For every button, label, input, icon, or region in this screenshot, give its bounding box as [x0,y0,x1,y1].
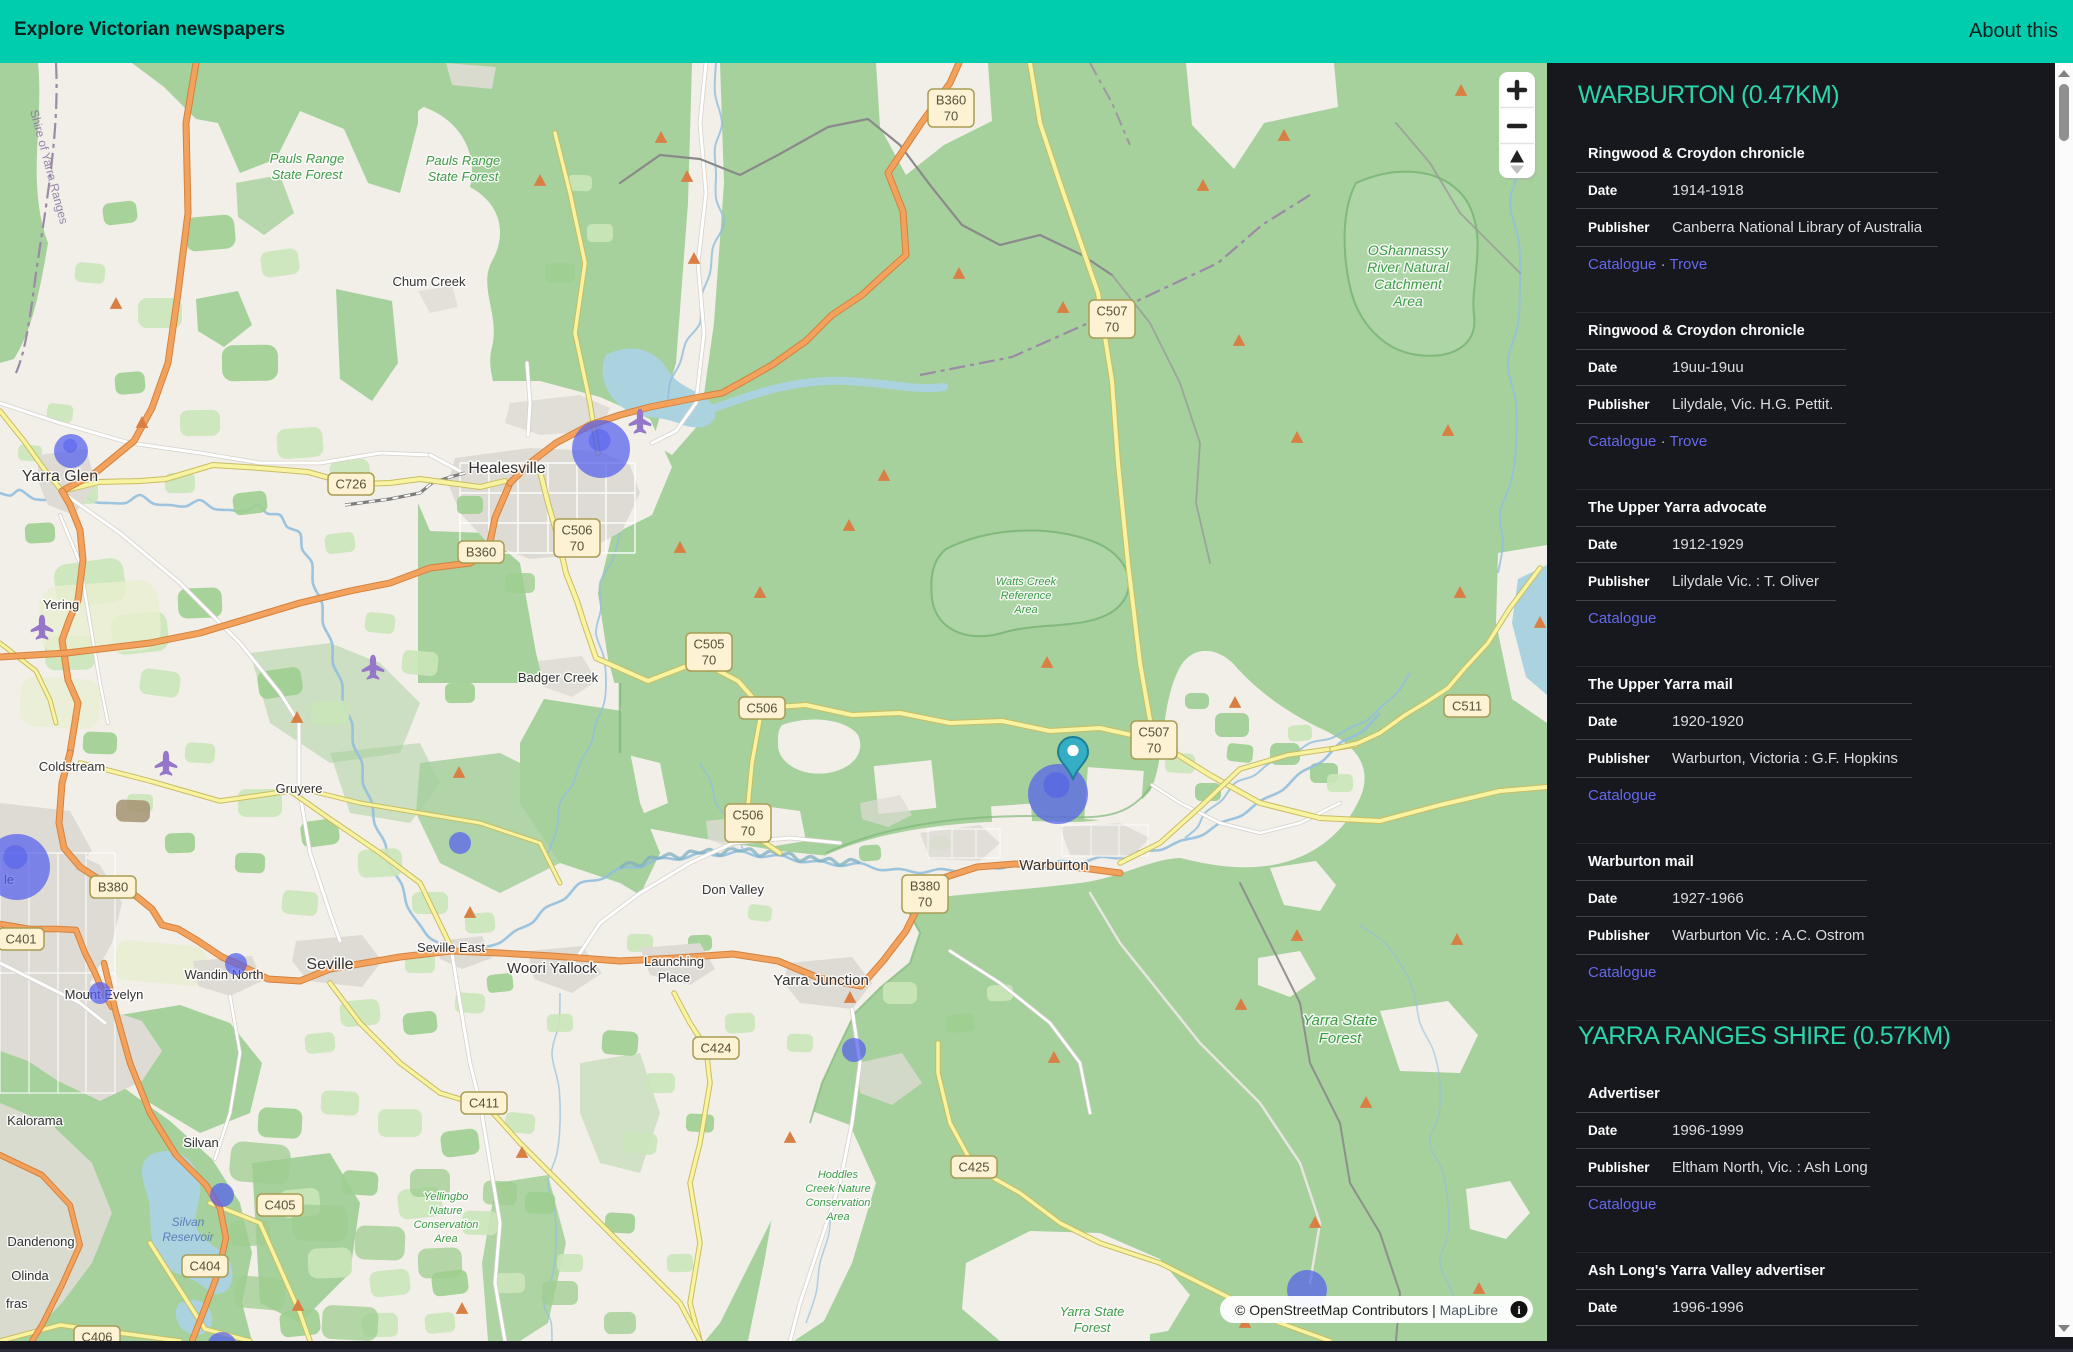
svg-text:fras: fras [6,1296,28,1311]
svg-text:Place: Place [658,970,691,985]
svg-text:Healesville: Healesville [468,460,545,477]
svg-text:Watts Creek: Watts Creek [996,576,1057,588]
svg-text:Pauls Range: Pauls Range [426,153,500,168]
svg-text:Coldstream: Coldstream [39,759,105,774]
svg-text:C507: C507 [1138,725,1169,740]
svg-text:Forest: Forest [1074,1320,1112,1335]
svg-text:Yellingbo: Yellingbo [424,1191,469,1203]
svg-text:Kalorama: Kalorama [7,1113,63,1128]
svg-text:Yarra Junction: Yarra Junction [773,972,869,989]
svg-text:B360: B360 [936,93,966,108]
svg-text:Olinda: Olinda [11,1268,49,1283]
svg-text:Conservation: Conservation [806,1197,871,1209]
svg-text:C726: C726 [335,477,366,492]
svg-text:C401: C401 [5,932,36,947]
svg-text:Yarra State: Yarra State [1060,1304,1125,1319]
svg-text:Area: Area [1013,604,1037,616]
svg-text:Pauls Range: Pauls Range [270,151,344,166]
svg-text:State Forest: State Forest [428,169,500,184]
svg-text:Forest: Forest [1319,1030,1362,1047]
svg-text:70: 70 [741,824,755,839]
svg-text:Yering: Yering [43,597,79,612]
svg-text:Area: Area [433,1233,457,1245]
svg-text:Badger Creek: Badger Creek [518,670,599,685]
svg-text:C425: C425 [958,1160,989,1175]
svg-text:Reservoir: Reservoir [162,1230,214,1244]
svg-text:Yarra State: Yarra State [1303,1012,1378,1029]
svg-text:Yarra Glen: Yarra Glen [22,468,98,485]
svg-text:Silvan: Silvan [172,1215,205,1229]
svg-text:Reference: Reference [1001,590,1052,602]
svg-text:Woori Yallock: Woori Yallock [507,960,598,977]
svg-text:C506: C506 [561,523,592,538]
svg-text:C406: C406 [81,1330,112,1342]
svg-text:C404: C404 [189,1259,220,1274]
svg-text:C405: C405 [264,1198,295,1213]
svg-text:C411: C411 [469,1096,499,1111]
svg-text:C424: C424 [700,1041,731,1056]
svg-text:River Natural: River Natural [1367,259,1450,275]
svg-text:B380: B380 [98,880,128,895]
svg-text:B380: B380 [910,879,940,894]
svg-text:Conservation: Conservation [414,1219,479,1231]
svg-text:70: 70 [1147,741,1161,756]
svg-text:OShannassy: OShannassy [1368,242,1449,258]
svg-text:© OpenStreetMap Contributors |: © OpenStreetMap Contributors | MapLibre [1235,1302,1498,1318]
svg-text:Don Valley: Don Valley [702,882,764,897]
svg-text:70: 70 [918,895,932,910]
svg-text:Silvan: Silvan [183,1135,218,1150]
svg-text:C511: C511 [1452,699,1482,714]
svg-text:C505: C505 [693,637,724,652]
svg-text:Wandin North: Wandin North [185,967,264,982]
svg-text:C507: C507 [1096,304,1127,319]
svg-text:70: 70 [944,109,958,124]
svg-text:Hoddles: Hoddles [818,1169,859,1181]
svg-text:Area: Area [825,1211,849,1223]
svg-text:Launching: Launching [644,954,704,969]
svg-text:Dandenong: Dandenong [7,1234,74,1249]
svg-text:B360: B360 [466,545,496,560]
svg-text:Warburton: Warburton [1019,857,1088,874]
svg-text:70: 70 [570,539,584,554]
svg-text:70: 70 [1105,320,1119,335]
svg-text:Catchment: Catchment [1374,276,1443,292]
svg-text:Chum Creek: Chum Creek [393,274,466,289]
svg-text:Gruyere: Gruyere [276,781,323,796]
svg-text:Creek Nature: Creek Nature [805,1183,870,1195]
svg-text:C506: C506 [746,701,777,716]
svg-text:State Forest: State Forest [272,167,344,182]
svg-text:Seville: Seville [306,956,353,973]
svg-text:C506: C506 [732,808,763,823]
svg-text:Nature: Nature [429,1205,462,1217]
svg-text:Area: Area [1392,293,1423,309]
svg-text:Seville East: Seville East [417,940,485,955]
svg-text:70: 70 [702,653,716,668]
